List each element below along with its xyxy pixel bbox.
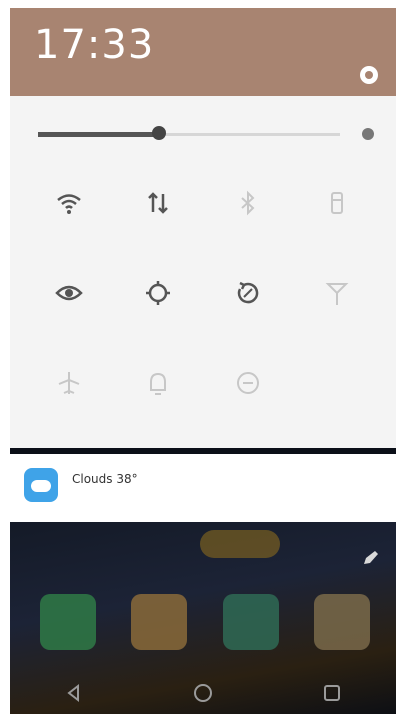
do-not-disturb-icon (231, 366, 265, 400)
notification-title: Clouds 38° (72, 472, 138, 486)
auto-rotate-icon (231, 276, 265, 310)
sun-icon[interactable] (362, 128, 374, 140)
back-icon[interactable] (62, 681, 86, 705)
tile-do-not-disturb[interactable] (203, 362, 293, 438)
navigation-bar (10, 672, 396, 714)
bluetooth-icon (231, 186, 265, 220)
tile-mobile-data[interactable] (114, 182, 204, 258)
messages-app-icon[interactable] (222, 594, 279, 650)
phone-app-icon[interactable] (40, 594, 96, 650)
wallpaper-highlight (200, 530, 280, 558)
tile-airplane[interactable] (24, 362, 114, 438)
weather-notification[interactable]: Clouds 38° (10, 454, 396, 522)
recents-icon[interactable] (320, 681, 344, 705)
airplane-icon (52, 366, 86, 400)
status-header: 17:33 (10, 8, 396, 96)
phone-screen: 17:33 Clouds 38° (10, 8, 396, 714)
tile-silent[interactable] (114, 362, 204, 438)
quick-settings-panel (10, 96, 396, 448)
eye-comfort-icon (52, 276, 86, 310)
app-dock (40, 594, 370, 658)
clock: 17:33 (34, 22, 155, 68)
weather-app-icon (24, 468, 58, 502)
hotspot-icon (320, 276, 354, 310)
tile-auto-rotate[interactable] (203, 272, 293, 348)
home-screen (10, 522, 396, 714)
gear-icon[interactable] (360, 66, 378, 84)
tile-eye-comfort[interactable] (24, 272, 114, 348)
brightness-thumb[interactable] (152, 126, 166, 140)
silent-icon (141, 366, 175, 400)
tile-bluetooth[interactable] (203, 182, 293, 258)
contacts-app-icon[interactable] (131, 594, 188, 650)
tile-flashlight[interactable] (293, 182, 383, 258)
quick-settings-grid (24, 182, 382, 438)
browser-app-icon[interactable] (313, 594, 370, 650)
flashlight-icon (320, 186, 354, 220)
edit-icon[interactable] (360, 548, 380, 568)
location-icon (141, 276, 175, 310)
tile-wifi[interactable] (24, 182, 114, 258)
wifi-icon (52, 186, 86, 220)
brightness-fill (38, 132, 159, 137)
mobile-data-icon (141, 186, 175, 220)
home-icon[interactable] (191, 681, 215, 705)
tile-hotspot[interactable] (293, 272, 383, 348)
brightness-slider[interactable] (10, 96, 396, 166)
tile-location[interactable] (114, 272, 204, 348)
